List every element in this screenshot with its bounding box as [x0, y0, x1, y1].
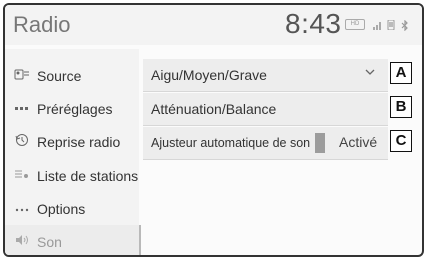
radio-replay-icon	[11, 133, 33, 150]
source-icon	[11, 68, 33, 83]
setting-label: Aigu/Moyen/Grave	[151, 67, 267, 83]
toggle-value: Activé	[339, 134, 378, 150]
callout-label-c: C	[390, 130, 412, 152]
bluetooth-icon	[401, 19, 409, 34]
sidebar-item-label: Reprise radio	[37, 133, 121, 150]
clock-time: 8:43	[285, 8, 342, 39]
options-icon	[11, 203, 33, 215]
phone-icon	[386, 19, 396, 33]
speaker-icon	[11, 234, 33, 249]
sidebar-item-options[interactable]: Options	[5, 192, 139, 225]
setting-label: Ajusteur automatique de son	[151, 136, 311, 150]
signal-icon	[373, 20, 383, 33]
chevron-down-icon	[364, 65, 376, 81]
sidebar-item-radio-replay[interactable]: Reprise radio	[5, 125, 139, 158]
sidebar-item-label: Préréglages	[37, 100, 113, 117]
sidebar-item-sound[interactable]: Son	[5, 225, 141, 255]
sidebar-item-label: Liste de stations	[37, 167, 139, 184]
sidebar-item-label: Son	[37, 233, 62, 250]
toggle-indicator[interactable]	[315, 133, 325, 153]
sound-settings-panel: Aigu/Moyen/Grave Atténuation/Balance Aju…	[143, 49, 422, 255]
sidebar-item-presets[interactable]: Préréglages	[5, 92, 139, 125]
sidebar-item-label: Options	[37, 200, 86, 217]
callout-label-b: B	[390, 96, 412, 118]
sidebar-menu: Source Préréglages Reprise radio Liste d…	[5, 49, 141, 255]
setting-row-auto-sound-leveler[interactable]: Ajusteur automatique de son Activé	[143, 127, 388, 160]
page-title: Radio	[13, 12, 71, 37]
callout-label-a: A	[390, 62, 412, 84]
setting-row-fader-balance[interactable]: Atténuation/Balance	[143, 93, 388, 126]
hd-radio-icon: HD	[345, 19, 365, 30]
sidebar-item-station-list[interactable]: Liste de stations	[5, 159, 139, 192]
sidebar-item-source[interactable]: Source	[5, 59, 139, 92]
screen-frame: Radio 8:43 HD Source Préréglages Reprise…	[3, 3, 424, 257]
presets-icon	[11, 103, 33, 115]
setting-label: Atténuation/Balance	[151, 101, 277, 117]
setting-row-treble-mid-bass[interactable]: Aigu/Moyen/Grave	[143, 59, 388, 92]
station-list-icon	[11, 168, 33, 183]
sidebar-item-label: Source	[37, 67, 82, 84]
header-bar: Radio 8:43 HD	[5, 5, 422, 45]
